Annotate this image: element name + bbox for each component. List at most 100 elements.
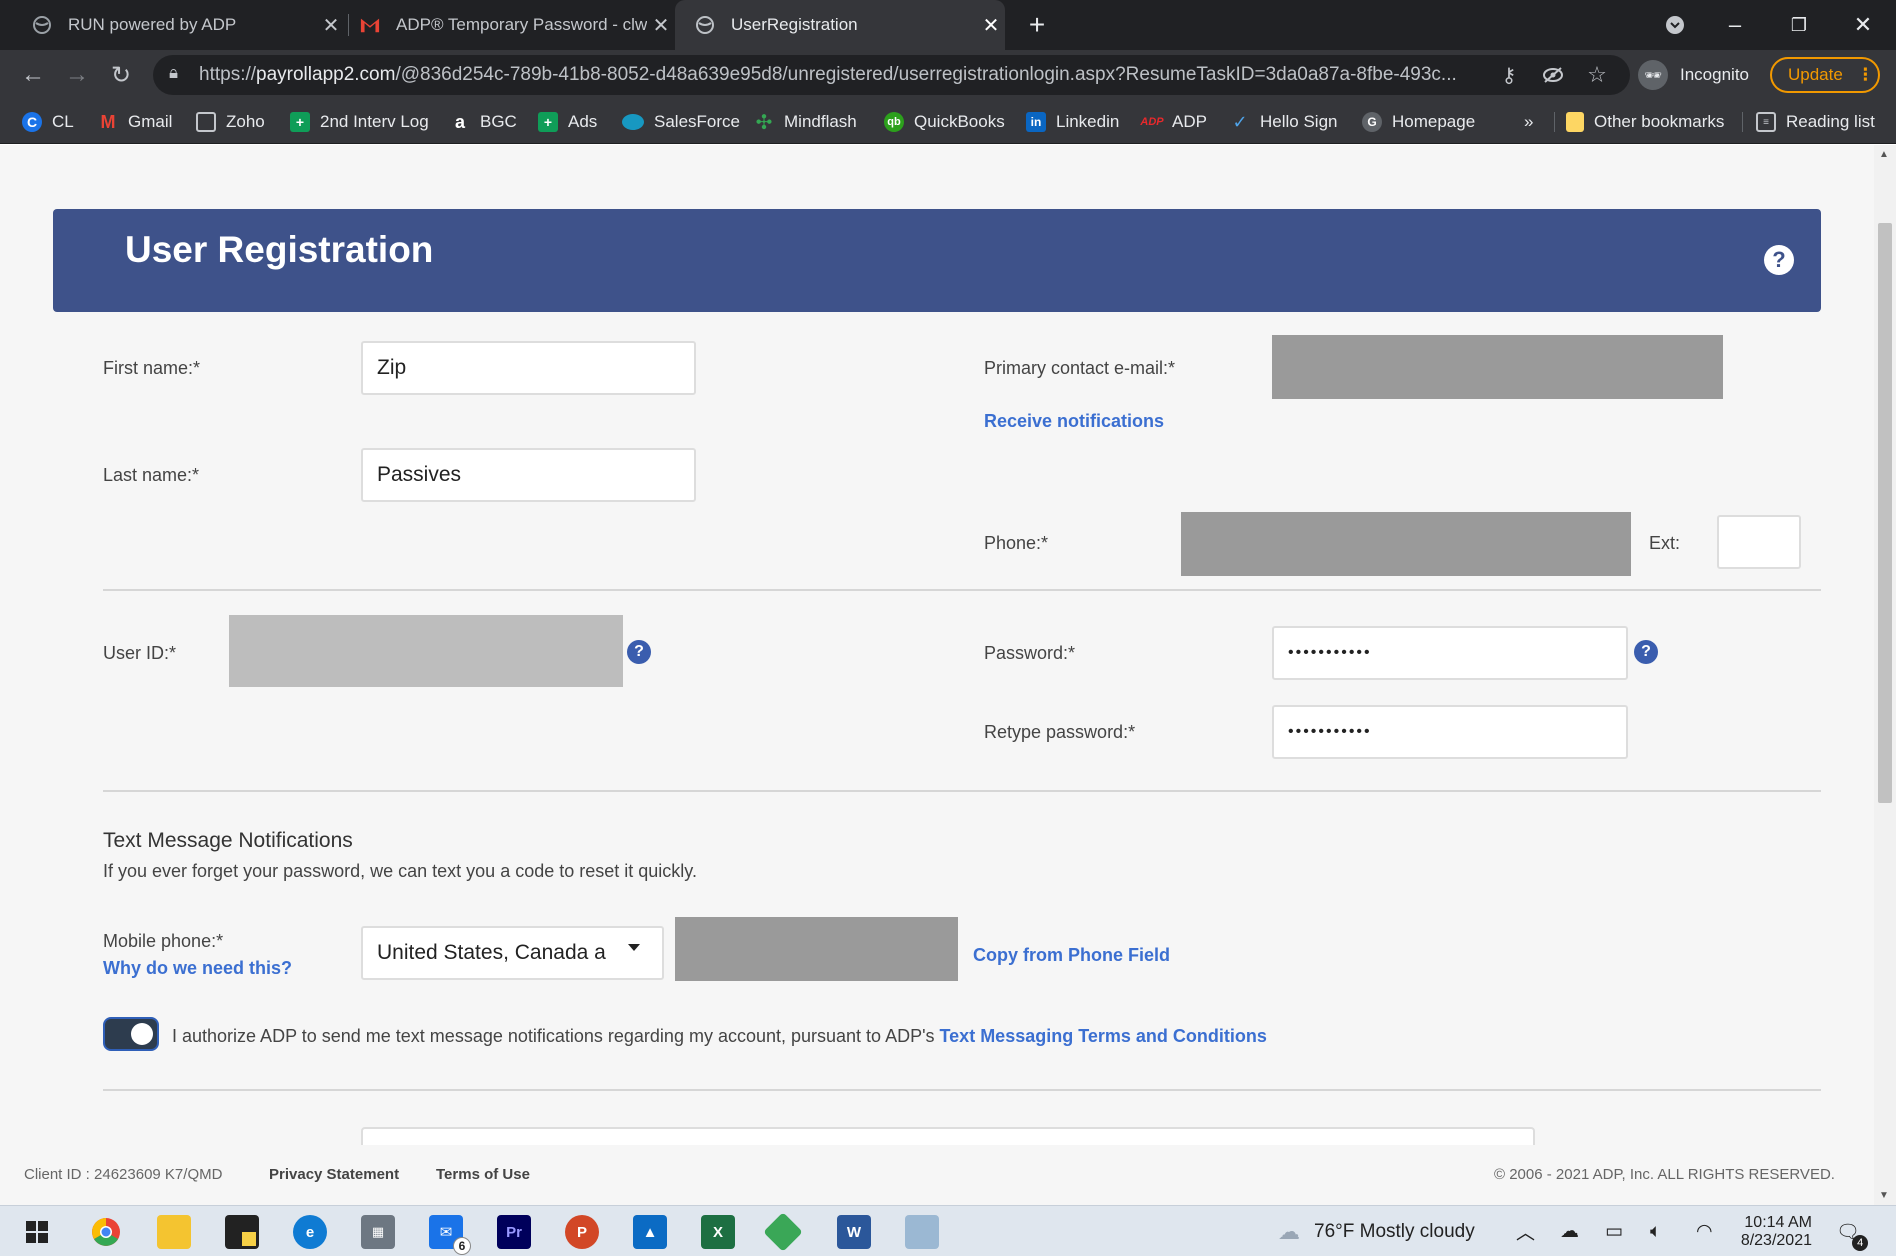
user-id-help-icon[interactable]: ? bbox=[627, 640, 651, 664]
bookmark-quickbooks[interactable]: qb QuickBooks bbox=[884, 100, 1005, 144]
powerpoint-icon[interactable]: P bbox=[565, 1215, 599, 1249]
wifi-icon[interactable]: ◠ bbox=[1696, 1206, 1713, 1256]
country-code-select[interactable]: United States, Canada a bbox=[361, 926, 664, 980]
privacy-statement-link[interactable]: Privacy Statement bbox=[269, 1166, 399, 1183]
key-icon[interactable]: ⚷ bbox=[1492, 58, 1526, 92]
zoho-icon bbox=[196, 112, 216, 132]
reload-icon[interactable]: ↻ bbox=[104, 58, 138, 92]
new-tab-icon[interactable]: + bbox=[1008, 0, 1066, 50]
weather-widget[interactable]: ☁ 76°F Mostly cloudy bbox=[1278, 1206, 1475, 1256]
password-input[interactable]: ••••••••••• bbox=[1272, 626, 1628, 680]
photos-icon[interactable]: ▲ bbox=[633, 1215, 667, 1249]
close-tab-icon[interactable]: ✕ bbox=[977, 13, 1005, 38]
scroll-up-arrow-icon[interactable]: ▲ bbox=[1879, 149, 1889, 160]
terms-link[interactable]: Text Messaging Terms and Conditions bbox=[940, 1026, 1267, 1046]
mobile-phone-input-redacted[interactable] bbox=[675, 917, 958, 981]
system-clock[interactable]: 10:14 AM 8/23/2021 bbox=[1736, 1206, 1812, 1256]
email-input-redacted[interactable] bbox=[1272, 335, 1723, 399]
bookmark-homepage[interactable]: G Homepage bbox=[1362, 100, 1475, 144]
bookmarks-bar: C CL M Gmail Zoho +2nd Interv Log a BGC + Ad… bbox=[0, 100, 1896, 144]
retype-password-input[interactable]: ••••••••••• bbox=[1272, 705, 1628, 759]
tab-adp-temp-password[interactable]: ADP® Temporary Password - clw ✕ bbox=[330, 0, 675, 50]
incognito-label: Incognito bbox=[1680, 65, 1749, 84]
battery-icon[interactable]: ▭ bbox=[1605, 1206, 1623, 1256]
phone-input-redacted[interactable] bbox=[1181, 512, 1631, 576]
page-footer: Client ID : 24623609 K7/QMD Privacy Stat… bbox=[0, 1145, 1874, 1205]
tab-user-registration[interactable]: UserRegistration ✕ bbox=[675, 0, 1005, 50]
tab-run-adp[interactable]: RUN powered by ADP ✕ bbox=[0, 0, 345, 50]
word-icon[interactable]: W bbox=[837, 1215, 871, 1249]
bookmark-adp[interactable]: ADP ADP bbox=[1140, 100, 1207, 144]
globe-icon bbox=[32, 15, 52, 35]
show-hidden-icons-chevron-icon[interactable]: ︿ bbox=[1516, 1206, 1535, 1256]
email-label: Primary contact e-mail:* bbox=[984, 358, 1176, 378]
app-pad-icon[interactable] bbox=[905, 1215, 939, 1249]
chrome-icon[interactable] bbox=[89, 1215, 123, 1249]
update-button[interactable]: Update ⋮ bbox=[1770, 57, 1880, 93]
tab-search-icon[interactable] bbox=[1646, 0, 1704, 50]
section-divider bbox=[103, 1089, 1821, 1091]
close-window-icon[interactable]: ✕ bbox=[1834, 0, 1892, 50]
sticky-notes-icon[interactable] bbox=[225, 1215, 259, 1249]
bookmark-star-icon[interactable]: ☆ bbox=[1580, 58, 1614, 92]
bookmark-cl[interactable]: C CL bbox=[22, 100, 74, 144]
other-bookmarks[interactable]: Other bookmarks bbox=[1566, 100, 1724, 144]
lock-icon[interactable]: 🔒︎ bbox=[169, 63, 178, 83]
bookmark-label: Other bookmarks bbox=[1594, 112, 1725, 131]
user-id-input-redacted[interactable] bbox=[229, 615, 623, 687]
sms-consent-toggle[interactable] bbox=[103, 1017, 159, 1051]
folder-icon bbox=[1566, 112, 1584, 132]
address-bar[interactable]: 🔒︎ https://payrollapp2.com/@836d254c-789… bbox=[153, 55, 1630, 95]
app-diamond-icon[interactable] bbox=[763, 1212, 803, 1252]
terms-of-use-link[interactable]: Terms of Use bbox=[436, 1166, 530, 1183]
premiere-pro-icon[interactable]: Pr bbox=[497, 1215, 531, 1249]
page-scrollbar[interactable]: ▲ ▼ bbox=[1874, 145, 1896, 1205]
bookmark-mindflash[interactable]: ✣ Mindflash bbox=[754, 100, 857, 144]
bookmark-linkedin[interactable]: in Linkedin bbox=[1026, 100, 1119, 144]
why-need-this-link[interactable]: Why do we need this? bbox=[103, 958, 292, 979]
back-arrow-icon[interactable]: ← bbox=[16, 58, 50, 92]
bookmark-ads[interactable]: + Ads bbox=[538, 100, 597, 144]
reading-list[interactable]: ≡ Reading list bbox=[1756, 100, 1875, 144]
forward-arrow-icon[interactable]: → bbox=[60, 58, 94, 92]
mail-icon[interactable]: ✉ 6 bbox=[429, 1215, 471, 1255]
copy-from-phone-link[interactable]: Copy from Phone Field bbox=[973, 945, 1170, 966]
volume-icon[interactable]: 🔈︎ bbox=[1650, 1206, 1661, 1256]
help-icon[interactable]: ? bbox=[1764, 245, 1794, 275]
scrollbar-thumb[interactable] bbox=[1878, 223, 1892, 803]
bookmarks-overflow-chevron-icon[interactable]: » bbox=[1524, 100, 1533, 144]
linkedin-icon: in bbox=[1026, 112, 1046, 132]
bookmark-bgc[interactable]: a BGC bbox=[450, 100, 517, 144]
onedrive-error-icon[interactable]: ☁ bbox=[1560, 1206, 1579, 1256]
scroll-down-arrow-icon[interactable]: ▼ bbox=[1879, 1190, 1889, 1201]
receive-notifications-link[interactable]: Receive notifications bbox=[984, 411, 1164, 432]
bookmark-label: Gmail bbox=[128, 112, 173, 131]
url-text[interactable]: https://payrollapp2.com/@836d254c-789b-4… bbox=[199, 64, 1619, 86]
incognito-indicator[interactable]: 🕶︎ Incognito bbox=[1638, 58, 1749, 92]
last-name-input[interactable]: Passives bbox=[361, 448, 696, 502]
notifications-icon[interactable]: 🗨︎ 4 bbox=[1836, 1206, 1869, 1256]
close-tab-icon[interactable]: ✕ bbox=[647, 13, 675, 38]
excel-icon[interactable]: X bbox=[701, 1215, 735, 1249]
bookmark-gmail[interactable]: M Gmail bbox=[98, 100, 173, 144]
phone-label: Phone:* bbox=[984, 533, 1049, 553]
bookmark-2nd-interv-log[interactable]: +2nd Interv Log bbox=[290, 100, 429, 144]
tracking-blocked-eye-icon[interactable] bbox=[1536, 58, 1570, 92]
phone-ext-input[interactable] bbox=[1717, 515, 1801, 569]
url-path: /@836d254c-789b-41b8-8052-d48a639e95d8/u… bbox=[395, 64, 1457, 85]
password-help-icon[interactable]: ? bbox=[1634, 640, 1658, 664]
edge-icon[interactable]: e bbox=[293, 1215, 327, 1249]
cloud-icon: ☁ bbox=[1278, 1218, 1300, 1244]
clock-date: 8/23/2021 bbox=[1740, 1231, 1812, 1249]
bookmark-salesforce[interactable]: SalesForce bbox=[622, 100, 740, 144]
windows-start-icon[interactable] bbox=[20, 1215, 54, 1249]
globe-icon bbox=[695, 15, 715, 35]
minimize-icon[interactable]: – bbox=[1706, 0, 1764, 50]
bookmark-hello-sign[interactable]: ✓ Hello Sign bbox=[1230, 100, 1337, 144]
restore-icon[interactable]: ❐ bbox=[1770, 0, 1828, 50]
calculator-icon[interactable]: ▦ bbox=[361, 1215, 395, 1249]
bookmark-zoho[interactable]: Zoho bbox=[196, 100, 265, 144]
first-name-input[interactable]: Zip bbox=[361, 341, 696, 395]
browser-tab-bar: RUN powered by ADP ✕ ADP® Temporary Pass… bbox=[0, 0, 1896, 50]
file-explorer-icon[interactable] bbox=[157, 1215, 191, 1249]
